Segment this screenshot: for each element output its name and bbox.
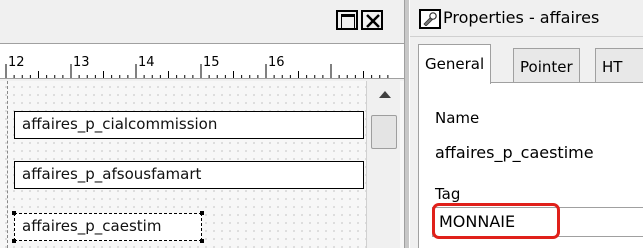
scroll-up-arrow-icon[interactable] (379, 91, 391, 98)
properties-window: Properties - affaires Pointer HT General… (410, 0, 643, 248)
ruler-number: 16 (268, 55, 285, 70)
highlight-annotation (432, 203, 560, 239)
scroll-thumb[interactable] (371, 115, 397, 149)
selection-handle[interactable] (200, 211, 204, 215)
section-guide-line (7, 81, 8, 248)
ruler-number: 13 (73, 55, 90, 70)
close-button[interactable] (361, 10, 383, 30)
general-panel: Name affaires_p_caestime Tag MONNAIE (418, 82, 643, 248)
field-textbox[interactable]: affaires_p_cialcommission (14, 111, 364, 139)
selection-handle[interactable] (12, 239, 16, 243)
field-textbox[interactable]: affaires_p_afsousfamart (14, 161, 364, 189)
name-label: Name (435, 109, 480, 127)
properties-title: Properties - affaires (443, 8, 600, 27)
tab-strip: Pointer HT General (410, 40, 643, 84)
vertical-scrollbar[interactable] (366, 81, 400, 248)
selection-handle[interactable] (200, 239, 204, 243)
close-icon (366, 14, 380, 28)
name-value[interactable]: affaires_p_caestime (435, 143, 594, 162)
designer-titlebar (0, 0, 404, 40)
horizontal-ruler: 12 13 14 15 16 (0, 43, 404, 79)
tag-label: Tag (435, 185, 461, 203)
ruler-number: 12 (8, 55, 25, 70)
designer-window: 12 13 14 15 16 affaires_p_cialcommission aff… (0, 0, 404, 248)
maximize-button[interactable] (336, 10, 358, 30)
tab-general[interactable]: General (418, 44, 492, 84)
properties-icon (419, 9, 441, 29)
tab-html[interactable]: HT (595, 48, 643, 82)
selection-handle[interactable] (12, 211, 16, 215)
selected-field-textbox[interactable]: affaires_p_caestim (14, 213, 202, 241)
properties-titlebar: Properties - affaires (410, 0, 643, 37)
ruler-number: 15 (203, 55, 220, 70)
tab-pointer[interactable]: Pointer (513, 48, 580, 82)
ruler-number: 14 (138, 55, 155, 70)
design-canvas[interactable]: affaires_p_cialcommission affaires_p_afs… (0, 81, 404, 248)
